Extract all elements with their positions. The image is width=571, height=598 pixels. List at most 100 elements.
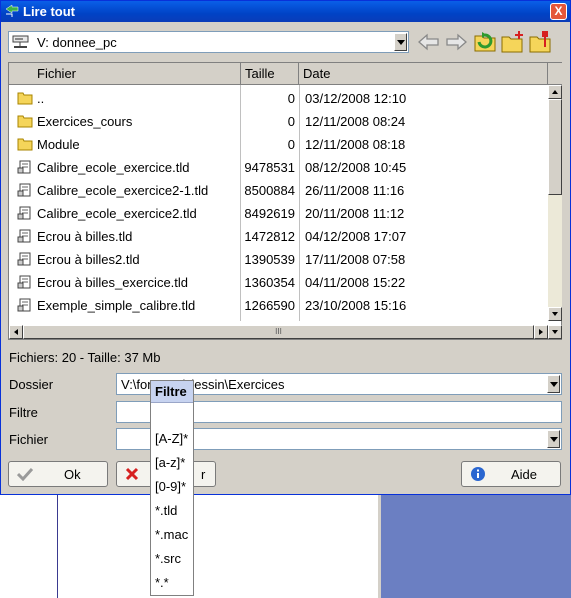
file-date: 23/10/2008 15:16 [305,298,407,313]
network-drive-icon [12,35,29,48]
title-bar[interactable]: Lire tout X [1,1,570,22]
document-icon [17,275,31,289]
file-date: 12/11/2008 08:18 [305,137,406,152]
document-icon [17,229,31,243]
file-size: 8500884 [244,183,295,198]
file-row[interactable]: Exercices_cours 0 12/11/2008 08:24 [9,110,548,133]
file-row[interactable]: Calibre_ecole_exercice.tld 9478531 08/12/2… [9,156,548,179]
file-date: 12/11/2008 08:24 [305,114,406,129]
status-text: Fichiers: 20 - Taille: 37 Mb [9,350,161,365]
file-row[interactable]: Calibre_ecole_exercice2-1.tld 8500884 26/1… [9,179,548,202]
file-row[interactable]: Calibre_ecole_exercice2.tld 8492619 20/11/… [9,202,548,225]
file-size: 1266590 [244,298,295,313]
desktop-divider [57,495,58,598]
folder-properties-icon[interactable] [529,30,553,54]
file-row[interactable]: Exemple_simple_calibre.tld 1266590 23/10/2… [9,294,548,317]
filter-option[interactable]: *.* [155,575,169,590]
scroll-right-button[interactable] [534,325,548,339]
document-icon [17,298,31,312]
column-header-date[interactable]: Date [299,63,548,85]
file-row[interactable]: Ecrou à billes_exercice.tld 1360354 04/11/… [9,271,548,294]
horizontal-scrollbar[interactable]: III [9,325,562,339]
checkmark-icon [17,467,33,481]
folder-icon [17,115,33,128]
file-date: 04/12/2008 17:07 [305,229,407,244]
folder-icon [17,92,33,105]
file-size: 9478531 [244,160,295,175]
filter-option[interactable]: [a-z]* [155,455,185,470]
document-icon [17,252,31,266]
file-row[interactable]: Ecrou à billes.tld 1472812 04/12/2008 17:0… [9,225,548,248]
filter-option[interactable]: *.src [155,551,181,566]
horizontal-scroll-thumb[interactable]: III [23,325,534,339]
cancel-label: r [201,467,206,482]
fichier-label: Fichier [9,432,49,447]
file-size: 0 [287,137,295,152]
file-size: 1360354 [244,275,295,290]
folder-icon [17,138,33,151]
scroll-left-button[interactable] [9,325,23,339]
close-button[interactable]: X [550,3,567,20]
dossier-label: Dossier [9,377,54,392]
column-header-spacer [548,63,562,85]
column-header-name[interactable]: Fichier [9,63,241,85]
ok-button[interactable]: Ok [8,461,108,487]
drive-select[interactable]: V: donnee_pc [8,31,409,53]
document-icon [17,160,31,174]
file-name: Calibre_ecole_exercice2.tld [37,206,197,221]
dossier-dropdown-arrow[interactable] [547,375,560,393]
filter-dropdown-menu[interactable]: Filtre [A-Z]* [a-z]* [0-9]* *.tld *.mac *.src… [150,380,194,596]
fichier-dropdown-arrow[interactable] [547,430,560,448]
column-date-label: Date [303,66,331,81]
vertical-scroll-thumb[interactable] [548,99,562,195]
file-name: Ecrou à billes.tld [37,229,133,244]
file-size: 1390539 [244,252,295,267]
ok-label: Ok [64,467,81,482]
scroll-down-button[interactable] [548,307,562,321]
desktop-panel [381,495,571,598]
filter-option[interactable]: *.mac [155,527,188,542]
file-size: 8492619 [244,206,295,221]
refresh-folder-icon[interactable] [473,30,497,54]
filter-menu-title: Filtre [151,381,193,403]
file-size: 0 [287,114,295,129]
column-size-label: Taille [245,66,275,81]
document-icon [17,183,31,197]
column-header-size[interactable]: Taille [241,63,299,85]
file-list[interactable]: Fichier Taille Date .. 0 03/12/2008 12:10 E… [8,62,562,340]
filter-option[interactable]: [0-9]* [155,479,186,494]
info-icon [471,467,485,481]
filtre-label: Filtre [9,405,38,420]
file-dialog: Lire tout X V: donnee_pc Fichier Taille … [0,0,571,495]
file-name: Exemple_simple_calibre.tld [37,298,196,313]
file-row[interactable]: Ecrou à billes2.tld 1390539 17/11/2008 07:… [9,248,548,271]
drive-label: V: donnee_pc [37,35,117,50]
red-x-icon [125,467,139,481]
scroll-up-button[interactable] [548,85,562,99]
help-label: Aide [511,467,538,482]
file-name: Module [37,137,80,152]
help-button[interactable]: Aide [461,461,561,487]
filter-option[interactable]: *.tld [155,503,177,518]
new-folder-icon[interactable] [501,30,525,54]
file-name: Ecrou à billes_exercice.tld [37,275,189,290]
file-date: 08/12/2008 10:45 [305,160,407,175]
file-date: 03/12/2008 12:10 [305,91,407,106]
file-size: 1472812 [244,229,295,244]
file-date: 20/11/2008 11:12 [305,206,405,221]
file-name: Calibre_ecole_exercice2-1.tld [37,183,209,198]
back-arrow-icon[interactable] [417,30,441,54]
drive-dropdown-arrow[interactable] [394,33,407,51]
column-name-label: Fichier [37,66,77,81]
file-size: 0 [287,91,295,106]
file-row[interactable]: .. 0 03/12/2008 12:10 [9,87,548,110]
document-icon [17,206,31,220]
file-name: .. [37,91,45,106]
forward-arrow-icon[interactable] [444,30,468,54]
scroll-corner-button[interactable] [548,325,562,339]
file-row[interactable]: Module 0 12/11/2008 08:18 [9,133,548,156]
file-name: Ecrou à billes2.tld [37,252,140,267]
filter-option[interactable]: [A-Z]* [155,431,188,446]
vertical-scrollbar[interactable] [548,85,562,321]
dossier-value: V:\for MEP\dessin\Exercices [121,377,285,392]
